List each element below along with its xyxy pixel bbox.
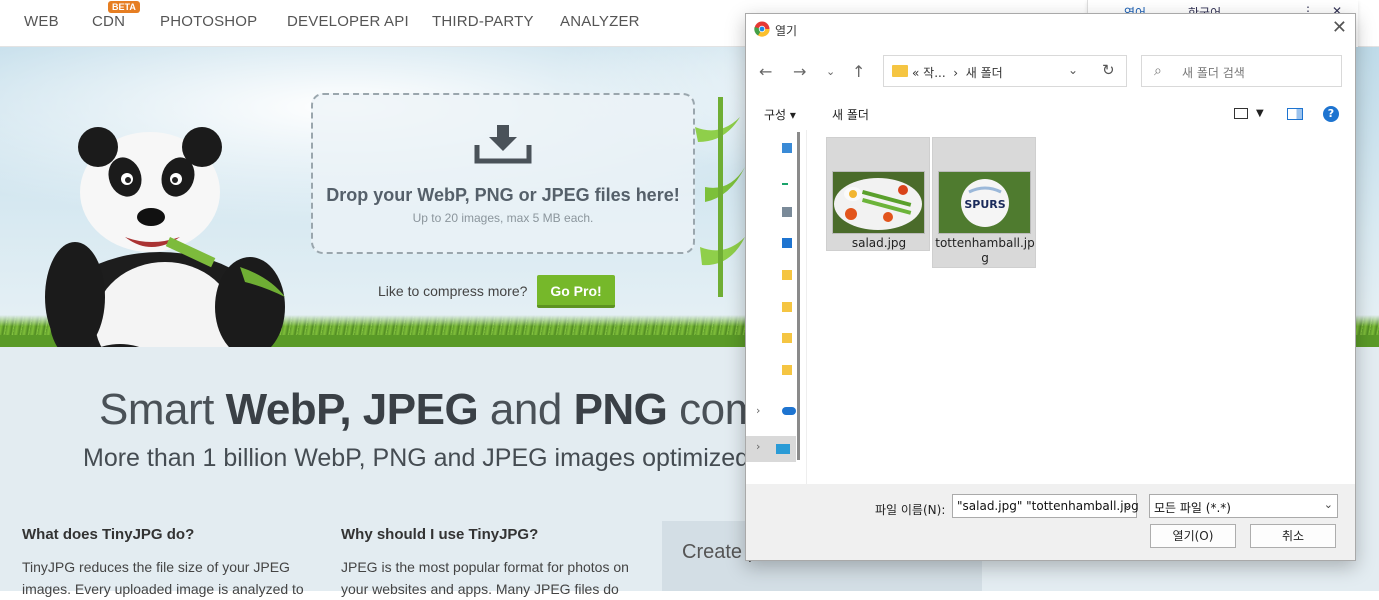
go-pro-button[interactable]: Go Pro! — [537, 275, 615, 308]
preview-pane-icon[interactable] — [1287, 108, 1303, 120]
dialog-footer: 파일 이름(N): "salad.jpg" "tottenhamball.jpg… — [746, 484, 1355, 560]
dialog-close-icon[interactable]: ✕ — [1332, 17, 1347, 38]
nav-pane-item-icon[interactable] — [782, 177, 788, 185]
file-name-salad: salad.jpg — [851, 236, 907, 250]
nav-cdn[interactable]: CDN — [92, 13, 125, 30]
expand-chevron-icon[interactable]: › — [756, 404, 760, 417]
nav-photoshop[interactable]: PHOTOSHOP — [160, 13, 257, 30]
filename-value: "salad.jpg" "tottenhamball.jpg — [957, 499, 1139, 513]
recent-locations-chevron-icon[interactable]: ⌄ — [826, 65, 835, 78]
nav-third-party[interactable]: THIRD-PARTY — [432, 13, 534, 30]
compress-more-text: Like to compress more? — [378, 283, 528, 299]
nav-developer-api[interactable]: DEVELOPER API — [287, 13, 409, 30]
nav-pane-folder-icon[interactable] — [782, 365, 792, 375]
file-drop-zone[interactable]: Drop your WebP, PNG or JPEG files here! … — [311, 93, 695, 254]
chevron-down-icon[interactable]: ⌄ — [1123, 498, 1132, 511]
filename-label: 파일 이름(N): — [875, 503, 946, 517]
drop-zone-title: Drop your WebP, PNG or JPEG files here! — [326, 185, 680, 205]
open-button[interactable]: 열기(O) — [1150, 524, 1236, 548]
bamboo-decoration — [695, 97, 745, 297]
why-use-text: JPEG is the most popular format for phot… — [341, 559, 629, 597]
what-does-text: TinyJPG reduces the file size of your JP… — [22, 559, 304, 597]
breadcrumb-current[interactable]: 새 폴더 — [966, 66, 1003, 80]
download-tray-icon — [474, 125, 532, 164]
address-bar[interactable]: « 작... › 새 폴더 ⌄ ↻ — [883, 55, 1127, 87]
navigation-pane: › › — [746, 130, 802, 485]
nav-pane-item-icon[interactable] — [782, 207, 792, 217]
help-icon[interactable]: ? — [1323, 106, 1339, 122]
why-use-heading: Why should I use TinyJPG? — [341, 526, 539, 543]
page-subheadline: More than 1 billion WebP, PNG and JPEG i… — [83, 444, 784, 472]
filetype-select[interactable]: 모든 파일 (*.*) ⌄ — [1149, 494, 1338, 518]
open-file-dialog: 열기 ✕ ← → ⌄ ↑ « 작... › 새 폴더 ⌄ ↻ ⌕ 새 폴더 검색… — [745, 13, 1356, 561]
filename-field[interactable]: "salad.jpg" "tottenhamball.jpg ⌄ — [952, 494, 1139, 518]
what-does-heading: What does TinyJPG do? — [22, 526, 195, 543]
forward-arrow-icon[interactable]: → — [793, 62, 806, 81]
nav-pane-item-icon[interactable] — [782, 143, 792, 153]
page-headline: Smart WebP, JPEG and PNG comp — [99, 385, 785, 434]
nav-pane-item-icon[interactable] — [782, 238, 792, 248]
chrome-app-icon — [754, 21, 770, 37]
file-name-tottenhamball: tottenhamball.jp g — [935, 236, 1035, 265]
address-dropdown-icon[interactable]: ⌄ — [1068, 63, 1078, 77]
file-item-salad[interactable]: salad.jpg — [826, 137, 930, 251]
nav-web[interactable]: WEB — [24, 13, 59, 30]
search-box[interactable]: ⌕ 새 폴더 검색 — [1141, 55, 1342, 87]
search-placeholder: 새 폴더 검색 — [1182, 66, 1245, 80]
ball-print-text: SPURS — [964, 198, 1005, 211]
dialog-title: 열기 — [775, 24, 798, 38]
folder-icon — [892, 65, 908, 77]
onedrive-icon[interactable] — [782, 407, 796, 415]
filetype-value: 모든 파일 (*.*) — [1154, 501, 1231, 515]
file-item-tottenhamball[interactable]: SPURS tottenhamball.jp g — [932, 137, 1036, 268]
nav-pane-scrollbar[interactable] — [797, 132, 800, 460]
view-dropdown-icon[interactable]: ▼ — [1256, 108, 1264, 119]
up-arrow-icon[interactable]: ↑ — [852, 62, 865, 81]
nav-pane-folder-icon[interactable] — [782, 333, 792, 343]
this-pc-item[interactable]: › — [746, 436, 796, 462]
salad-thumbnail-image — [832, 171, 925, 234]
back-arrow-icon[interactable]: ← — [759, 62, 772, 81]
organize-menu[interactable]: 구성 ▾ — [764, 106, 796, 123]
breadcrumb-parent[interactable]: 작... — [923, 66, 945, 80]
computer-icon — [776, 444, 790, 454]
nav-pane-folder-icon[interactable] — [782, 302, 792, 312]
beta-badge: BETA — [108, 1, 140, 13]
refresh-icon[interactable]: ↻ — [1102, 61, 1115, 79]
nav-analyzer[interactable]: ANALYZER — [560, 13, 640, 30]
view-mode-icon[interactable] — [1234, 108, 1248, 119]
chevron-down-icon[interactable]: ⌄ — [1324, 498, 1333, 511]
football-thumbnail-image: SPURS — [938, 171, 1031, 234]
expand-chevron-icon[interactable]: › — [756, 440, 760, 453]
nav-pane-folder-icon[interactable] — [782, 270, 792, 280]
drop-zone-subtitle: Up to 20 images, max 5 MB each. — [412, 211, 594, 225]
cancel-button[interactable]: 취소 — [1250, 524, 1336, 548]
new-folder-button[interactable]: 새 폴더 — [832, 106, 869, 123]
search-icon: ⌕ — [1154, 63, 1162, 79]
